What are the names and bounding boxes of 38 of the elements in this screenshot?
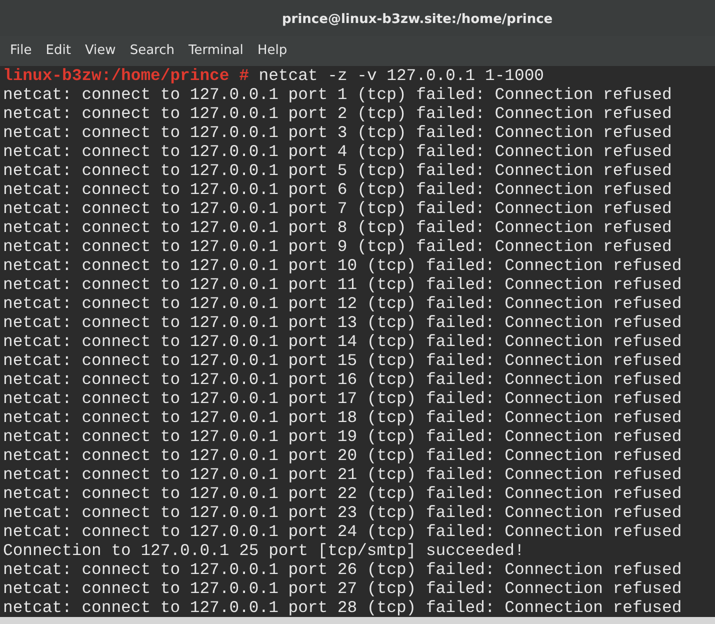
- output-line: netcat: connect to 127.0.0.1 port 21 (tcp) failed: Connection refused: [3, 465, 682, 484]
- output-line: netcat: connect to 127.0.0.1 port 15 (tcp) failed: Connection refused: [3, 351, 682, 370]
- output-line: netcat: connect to 127.0.0.1 port 22 (tcp) failed: Connection refused: [3, 484, 682, 503]
- shell-prompt: linux-b3zw:/home/prince #: [3, 66, 249, 85]
- output-line: netcat: connect to 127.0.0.1 port 4 (tcp) failed: Connection refused: [3, 142, 672, 161]
- output-line: netcat: connect to 127.0.0.1 port 1 (tcp) failed: Connection refused: [3, 85, 672, 104]
- menu-item[interactable]: View: [78, 41, 123, 61]
- output-line: netcat: connect to 127.0.0.1 port 2 (tcp) failed: Connection refused: [3, 104, 672, 123]
- output-line: netcat: connect to 127.0.0.1 port 11 (tcp) failed: Connection refused: [3, 275, 682, 294]
- output-line: netcat: connect to 127.0.0.1 port 26 (tcp) failed: Connection refused: [3, 560, 682, 579]
- output-line: netcat: connect to 127.0.0.1 port 20 (tcp) failed: Connection refused: [3, 446, 682, 465]
- menu-item[interactable]: Help: [250, 41, 294, 61]
- output-line: netcat: connect to 127.0.0.1 port 16 (tcp) failed: Connection refused: [3, 370, 682, 389]
- output-line: netcat: connect to 127.0.0.1 port 23 (tcp) failed: Connection refused: [3, 503, 682, 522]
- command-text: netcat -z -v 127.0.0.1 1-1000: [258, 66, 544, 85]
- output-line: netcat: connect to 127.0.0.1 port 17 (tcp) failed: Connection refused: [3, 389, 682, 408]
- output-line: netcat: connect to 127.0.0.1 port 27 (tcp) failed: Connection refused: [3, 579, 682, 598]
- output-line: netcat: connect to 127.0.0.1 port 7 (tcp) failed: Connection refused: [3, 199, 672, 218]
- output-line: netcat: connect to 127.0.0.1 port 8 (tcp) failed: Connection refused: [3, 218, 672, 237]
- output-line: netcat: connect to 127.0.0.1 port 6 (tcp) failed: Connection refused: [3, 180, 672, 199]
- output-line: netcat: connect to 127.0.0.1 port 19 (tcp) failed: Connection refused: [3, 427, 682, 446]
- menu-item[interactable]: Terminal: [181, 41, 250, 61]
- terminal-area[interactable]: [0, 66, 715, 617]
- output-line: netcat: connect to 127.0.0.1 port 12 (tcp) failed: Connection refused: [3, 294, 682, 313]
- output-line: netcat: connect to 127.0.0.1 port 5 (tcp) failed: Connection refused: [3, 161, 672, 180]
- output-line: netcat: connect to 127.0.0.1 port 10 (tcp) failed: Connection refused: [3, 256, 682, 275]
- output-line: netcat: connect to 127.0.0.1 port 24 (tcp) failed: Connection refused: [3, 522, 682, 541]
- output-line: netcat: connect to 127.0.0.1 port 14 (tcp) failed: Connection refused: [3, 332, 682, 351]
- output-line: netcat: connect to 127.0.0.1 port 13 (tcp) failed: Connection refused: [3, 313, 682, 332]
- output-line: Connection to 127.0.0.1 25 port [tcp/smtp] succeeded!: [3, 541, 524, 560]
- menu-item[interactable]: File: [3, 41, 39, 61]
- output-line: netcat: connect to 127.0.0.1 port 3 (tcp) failed: Connection refused: [3, 123, 672, 142]
- window-title: prince@linux-b3zw.site:/home/prince: [282, 12, 553, 27]
- output-line: netcat: connect to 127.0.0.1 port 18 (tcp) failed: Connection refused: [3, 408, 682, 427]
- menu-item[interactable]: Search: [122, 41, 182, 61]
- output-line: netcat: connect to 127.0.0.1 port 28 (tcp) failed: Connection refused: [3, 598, 682, 617]
- output-line: netcat: connect to 127.0.0.1 port 9 (tcp) failed: Connection refused: [3, 237, 672, 256]
- menu-item[interactable]: Edit: [38, 41, 78, 61]
